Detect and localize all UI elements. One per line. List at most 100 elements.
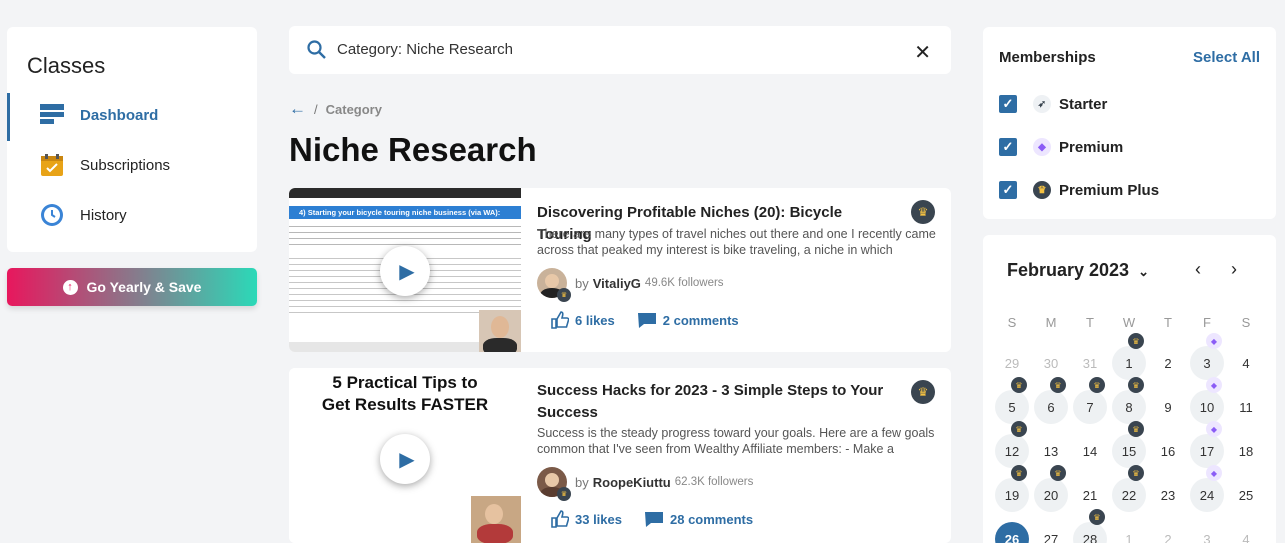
memberships-panel: Memberships Select All ✓ ➶ Starter ✓ ◆ P… <box>983 27 1276 219</box>
page-title: Niche Research <box>289 131 537 168</box>
weekday-label: W <box>1122 315 1136 330</box>
sidebar-item-subscriptions[interactable]: Subscriptions <box>7 145 257 185</box>
calendar-day[interactable]: 2 <box>1151 522 1185 543</box>
calendar-day[interactable]: 27 <box>1034 522 1068 543</box>
back-arrow-icon[interactable]: ← <box>289 99 306 119</box>
starter-checkbox[interactable]: ✓ <box>999 95 1017 113</box>
play-button[interactable]: ▶ <box>380 434 430 484</box>
gem-icon: ◆ <box>1206 333 1222 349</box>
calendar-day[interactable]: 25 <box>1229 478 1263 512</box>
calendar-day[interactable]: 3 <box>1190 522 1224 543</box>
calendar-day[interactable]: 22 <box>1112 478 1146 512</box>
calendar-day[interactable]: 24 <box>1190 478 1224 512</box>
calendar-day[interactable]: 8 <box>1112 390 1146 424</box>
premium-plus-checkbox[interactable]: ✓ <box>999 181 1017 199</box>
author-name[interactable]: VitaliyG <box>593 276 641 291</box>
sidebar-item-dashboard[interactable]: Dashboard <box>7 93 257 141</box>
calendar-day[interactable]: 16 <box>1151 434 1185 468</box>
calendar-day[interactable]: 23 <box>1151 478 1185 512</box>
calendar-day[interactable]: 30 <box>1034 346 1068 380</box>
thumbs-up-icon <box>551 311 569 329</box>
calendar-day[interactable]: 1 <box>1112 346 1146 380</box>
calendar-day[interactable]: 9 <box>1151 390 1185 424</box>
crown-icon: ♛ <box>1011 465 1027 481</box>
membership-starter[interactable]: ✓ ➶ Starter <box>999 95 1107 113</box>
post-title[interactable]: Success Hacks for 2023 - 3 Simple Steps … <box>537 380 899 424</box>
go-yearly-button[interactable]: ↑ Go Yearly & Save <box>7 268 257 306</box>
sidebar-item-history[interactable]: History <box>7 195 257 235</box>
calendar-day[interactable]: 26 <box>995 522 1029 543</box>
comment-icon <box>645 512 663 527</box>
post-card[interactable]: 4) Starting your bicycle touring niche b… <box>289 188 951 352</box>
calendar-day[interactable]: 19 <box>995 478 1029 512</box>
membership-premium-plus[interactable]: ✓ ♛ Premium Plus <box>999 181 1159 199</box>
calendar-day[interactable]: 1 <box>1112 522 1146 543</box>
crown-icon: ♛ <box>911 380 935 404</box>
post-excerpt: There are many types of travel niches ou… <box>537 227 936 257</box>
crown-icon: ♛ <box>1089 377 1105 393</box>
calendar-day[interactable]: 2 <box>1151 346 1185 380</box>
calendar: February 2023 ⌄ ‹ › S M T W T F S 29 30 31 1 ♛ 2 3 ◆ 4 5… <box>983 235 1276 543</box>
breadcrumb-category[interactable]: Category <box>326 102 382 117</box>
calendar-day[interactable]: 13 <box>1034 434 1068 468</box>
crown-icon: ♛ <box>557 487 571 501</box>
calendar-day[interactable]: 21 <box>1073 478 1107 512</box>
likes-button[interactable]: 33 likes <box>551 510 622 528</box>
calendar-day[interactable]: 6 <box>1034 390 1068 424</box>
author-video-thumb <box>471 496 521 543</box>
rocket-icon: ➶ <box>1033 95 1051 113</box>
close-icon[interactable]: ✕ <box>914 40 931 65</box>
calendar-day[interactable]: 12 <box>995 434 1029 468</box>
sidebar: Classes Dashboard Subscriptions History <box>7 27 257 252</box>
calendar-day[interactable]: 10 <box>1190 390 1224 424</box>
clock-icon <box>40 203 64 227</box>
crown-icon: ♛ <box>1050 377 1066 393</box>
calendar-day[interactable]: 7 <box>1073 390 1107 424</box>
post-stats: 33 likes 28 comments <box>551 510 775 528</box>
chevron-right-icon[interactable]: › <box>1231 259 1237 280</box>
search-input[interactable]: Category: Niche Research <box>337 41 513 58</box>
crown-icon: ♛ <box>1033 181 1051 199</box>
calendar-day[interactable]: 4 <box>1229 346 1263 380</box>
gem-icon: ◆ <box>1206 465 1222 481</box>
comments-button[interactable]: 28 comments <box>644 510 753 528</box>
post-thumbnail[interactable]: 5 Practical Tips to Get Results FASTER ▶ <box>289 368 521 543</box>
premium-checkbox[interactable]: ✓ <box>999 138 1017 156</box>
thumbs-up-icon <box>551 510 569 528</box>
calendar-day[interactable]: 29 <box>995 346 1029 380</box>
post-excerpt: Success is the steady progress toward yo… <box>537 426 935 456</box>
calendar-day[interactable]: 28 <box>1073 522 1107 543</box>
calendar-day[interactable]: 14 <box>1073 434 1107 468</box>
calendar-day[interactable]: 5 <box>995 390 1029 424</box>
calendar-month: February 2023 <box>1007 260 1130 280</box>
weekday-label: S <box>1007 315 1017 330</box>
breadcrumb: ← / Category <box>289 99 382 119</box>
search-icon <box>307 40 326 64</box>
post-card[interactable]: 5 Practical Tips to Get Results FASTER ▶… <box>289 368 951 543</box>
select-all-link[interactable]: Select All <box>1193 49 1260 66</box>
calendar-day[interactable]: 15 <box>1112 434 1146 468</box>
likes-button[interactable]: 6 likes <box>551 311 615 329</box>
search-bar[interactable]: Category: Niche Research ✕ <box>289 26 951 74</box>
calendar-day[interactable]: 17 <box>1190 434 1224 468</box>
calendar-day[interactable]: 4 <box>1229 522 1263 543</box>
membership-premium[interactable]: ✓ ◆ Premium <box>999 138 1123 156</box>
play-button[interactable]: ▶ <box>380 246 430 296</box>
thumbnail-heading: 5 Practical Tips to Get Results FASTER <box>321 373 489 414</box>
sidebar-item-label: History <box>80 206 127 224</box>
calendar-day[interactable]: 31 <box>1073 346 1107 380</box>
crown-icon: ♛ <box>1128 377 1144 393</box>
crown-icon: ♛ <box>1128 333 1144 349</box>
calendar-month-selector[interactable]: February 2023 ⌄ <box>1007 260 1149 281</box>
comment-icon <box>637 313 656 328</box>
author-name[interactable]: RoopeKiuttu <box>593 475 671 490</box>
weekday-label: S <box>1241 315 1251 330</box>
calendar-day[interactable]: 11 <box>1229 390 1263 424</box>
calendar-day[interactable]: 18 <box>1229 434 1263 468</box>
calendar-day[interactable]: 3 <box>1190 346 1224 380</box>
post-thumbnail[interactable]: 4) Starting your bicycle touring niche b… <box>289 188 521 352</box>
chevron-left-icon[interactable]: ‹ <box>1195 259 1201 280</box>
comments-button[interactable]: 2 comments <box>637 311 739 329</box>
crown-icon: ♛ <box>1011 421 1027 437</box>
calendar-day[interactable]: 20 <box>1034 478 1068 512</box>
